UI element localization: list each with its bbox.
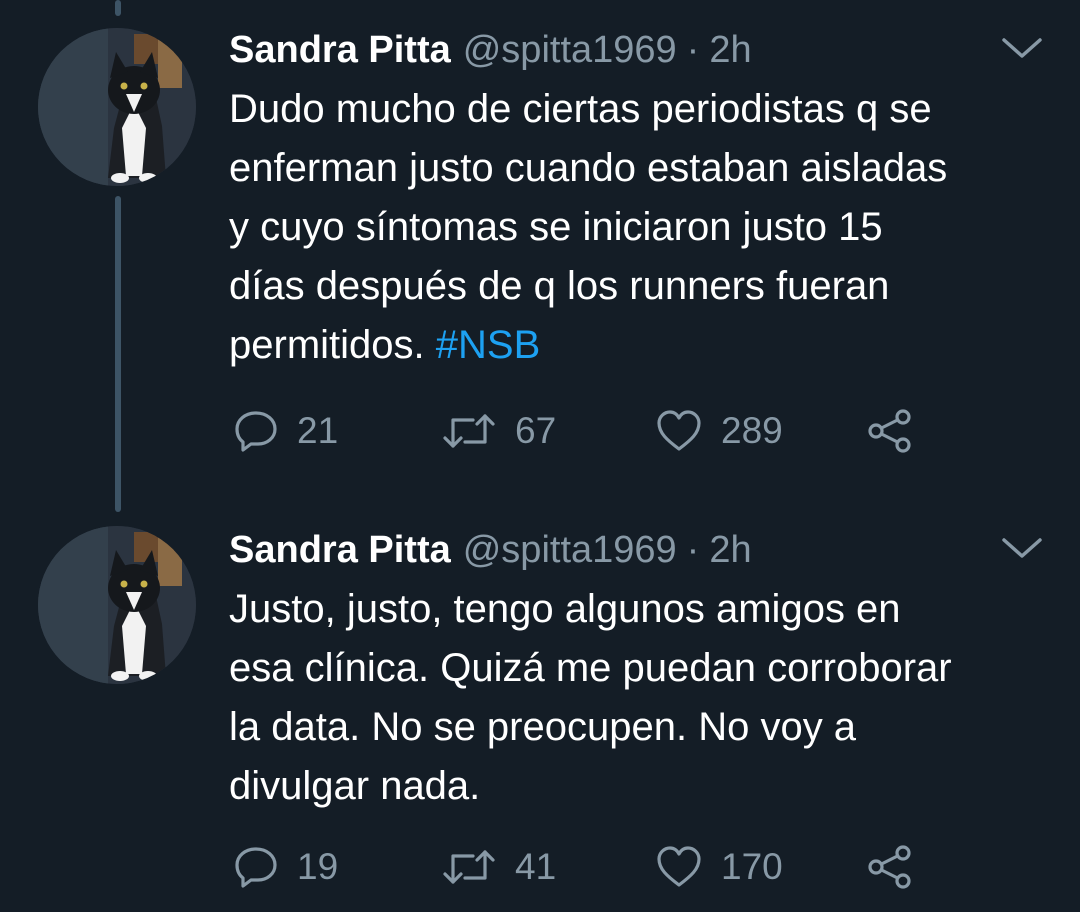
tweet[interactable]: Sandra Pitta @spitta1969 · 2h Justo, jus… xyxy=(0,500,1080,912)
tweet-text-fragment: permitidos. xyxy=(229,323,425,367)
like-count: 170 xyxy=(721,846,783,887)
retweet-button[interactable]: 67 xyxy=(441,404,556,458)
reply-icon xyxy=(235,847,277,888)
separator-dot: · xyxy=(686,529,700,571)
retweet-icon xyxy=(443,414,495,448)
tweet-text: Dudo mucho de ciertas periodistas q se e… xyxy=(229,80,1059,375)
tweet-text-line: Dudo mucho de ciertas periodistas q se xyxy=(229,87,932,131)
reply-count: 21 xyxy=(297,410,339,451)
author-display-name[interactable]: Sandra Pitta xyxy=(229,26,451,74)
chevron-down-icon xyxy=(1002,538,1042,558)
tweet[interactable]: Sandra Pitta @spitta1969 · 2h Dudo mucho… xyxy=(0,0,1080,500)
cat-photo-icon xyxy=(38,526,196,684)
reply-button[interactable]: 19 xyxy=(233,840,338,894)
author-display-name[interactable]: Sandra Pitta xyxy=(229,526,451,574)
tweet-text: Justo, justo, tengo algunos amigos en es… xyxy=(229,580,1059,816)
tweet-text-line: permitidos. #NSB xyxy=(229,316,1059,375)
retweet-icon xyxy=(443,850,495,884)
reply-count: 19 xyxy=(297,846,339,887)
like-count: 289 xyxy=(721,410,783,451)
separator-dot: · xyxy=(686,29,700,71)
tweet-text-line: divulgar nada. xyxy=(229,764,481,808)
author-handle[interactable]: @spitta1969 xyxy=(463,26,677,74)
tweet-actions: 19 41 170 xyxy=(229,840,949,894)
thread-timeline: Sandra Pitta @spitta1969 · 2h Dudo mucho… xyxy=(0,0,1080,912)
share-button[interactable] xyxy=(867,404,913,458)
author-handle[interactable]: @spitta1969 xyxy=(463,526,677,574)
tweet-actions: 21 67 289 xyxy=(229,404,949,458)
tweet-menu-button[interactable] xyxy=(1000,34,1044,62)
tweet-text-line: Justo, justo, tengo algunos amigos en xyxy=(229,587,901,631)
tweet-menu-button[interactable] xyxy=(1000,534,1044,562)
tweet-text-line: y cuyo síntomas se iniciaron justo 15 xyxy=(229,205,883,249)
retweet-count: 67 xyxy=(515,410,557,451)
tweet-timestamp[interactable]: 2h xyxy=(709,26,751,74)
avatar[interactable] xyxy=(38,28,196,186)
avatar[interactable] xyxy=(38,526,196,684)
reply-icon xyxy=(235,411,277,452)
heart-icon xyxy=(657,846,701,887)
retweet-count: 41 xyxy=(515,846,557,887)
tweet-text-line: esa clínica. Quizá me puedan corroborar xyxy=(229,646,952,690)
share-button[interactable] xyxy=(867,840,913,894)
chevron-down-icon xyxy=(1002,38,1042,58)
tweet-header: Sandra Pitta @spitta1969 · 2h xyxy=(229,526,752,574)
tweet-timestamp[interactable]: 2h xyxy=(709,526,751,574)
cat-photo-icon xyxy=(38,28,196,186)
hashtag-link[interactable]: #NSB xyxy=(436,323,541,367)
share-icon xyxy=(868,845,911,889)
tweet-text-line: la data. No se preocupen. No voy a xyxy=(229,705,857,749)
share-icon xyxy=(868,409,911,453)
like-button[interactable]: 289 xyxy=(655,404,783,458)
like-button[interactable]: 170 xyxy=(655,840,783,894)
retweet-button[interactable]: 41 xyxy=(441,840,556,894)
tweet-text-line: días después de q los runners fueran xyxy=(229,264,890,308)
tweet-text-line: enferman justo cuando estaban aisladas xyxy=(229,146,948,190)
reply-button[interactable]: 21 xyxy=(233,404,338,458)
heart-icon xyxy=(657,410,701,451)
tweet-header: Sandra Pitta @spitta1969 · 2h xyxy=(229,26,752,74)
